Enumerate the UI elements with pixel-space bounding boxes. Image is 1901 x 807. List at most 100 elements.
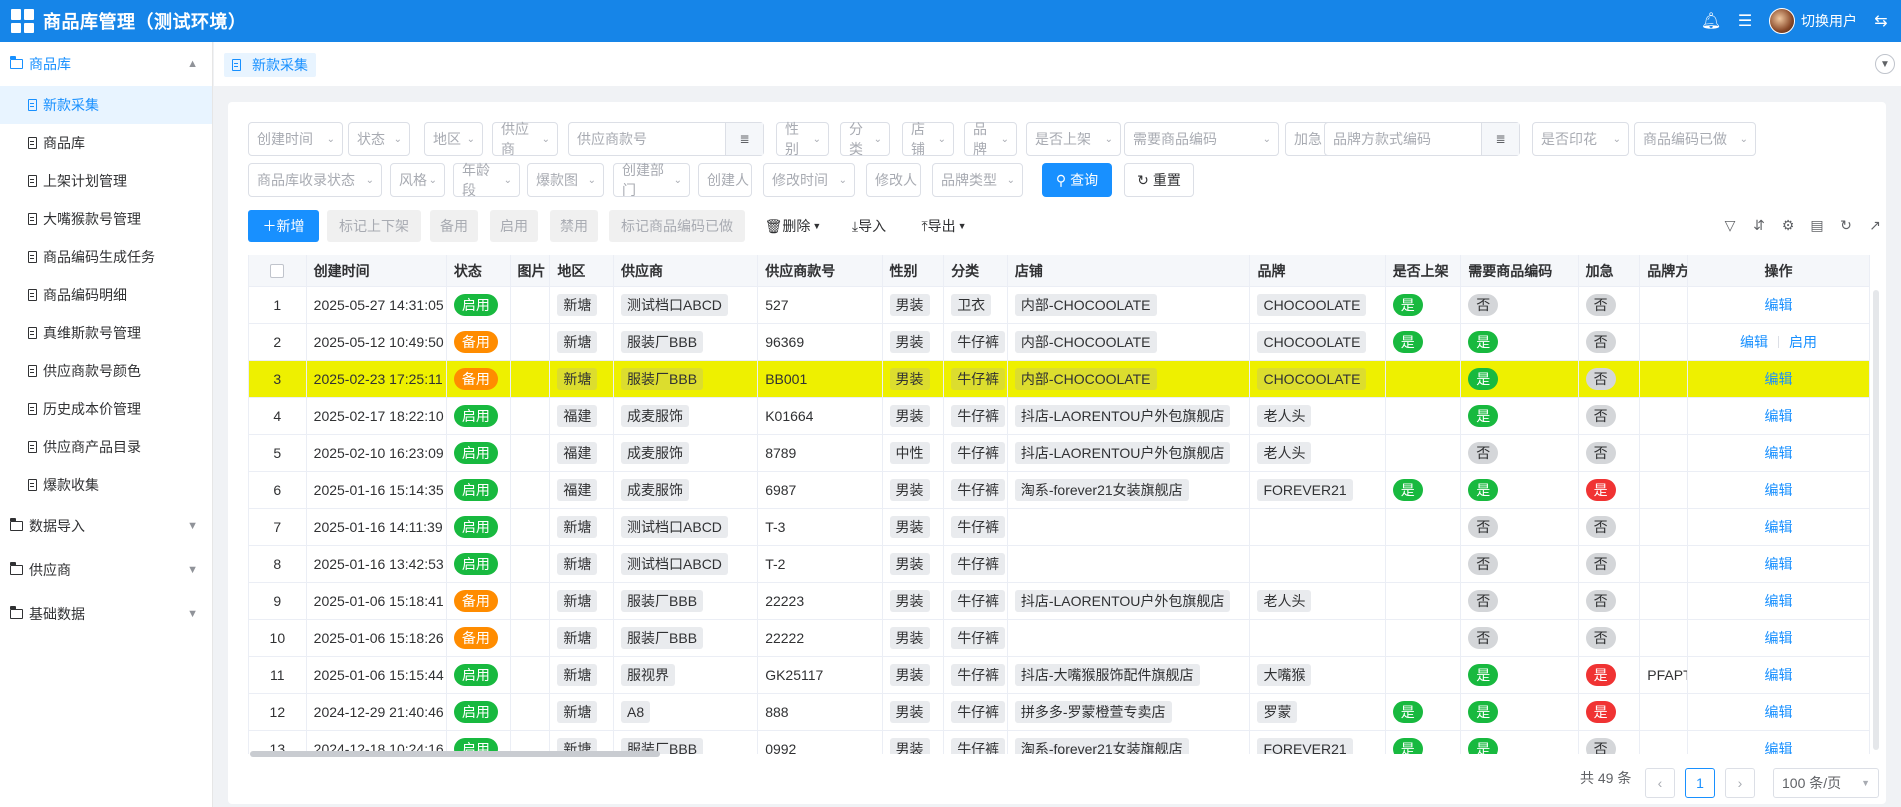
table-row[interactable]: 4 2025-02-17 18:22:10 启用 福建 成麦服饰 K01664 男装 牛仔裤抖…	[249, 398, 1870, 435]
tab-menu-chevron-icon[interactable]: ▼	[1875, 54, 1895, 74]
filter-select[interactable]: 品牌类型 ⌄	[932, 163, 1023, 197]
archive-icon[interactable]: ▤	[1809, 216, 1825, 234]
filter-select[interactable]: 店铺 ⌄	[902, 121, 954, 157]
table-row[interactable]: 10 2025-01-06 15:18:26 备用 新塘 服装厂BBB 22222 男装 牛仔…	[249, 620, 1870, 657]
column-header[interactable]: 店铺	[1007, 255, 1251, 287]
column-header[interactable]: 创建时间	[306, 255, 447, 287]
filter-select[interactable]: 创建人	[698, 163, 752, 197]
next-page-button[interactable]: ›	[1725, 768, 1755, 798]
delete-dropdown[interactable]: 🗑︎ 删除 ▼	[762, 210, 824, 242]
table-row[interactable]: 3 2025-02-23 17:25:11 备用 新塘 服装厂BBB BB001 男装 牛仔裤…	[249, 361, 1870, 398]
add-button[interactable]: ＋新增	[248, 210, 319, 242]
filter-icon[interactable]: ▽	[1722, 216, 1738, 234]
column-header[interactable]: 地区	[550, 255, 615, 287]
filter-select[interactable]: 需要商品编码 ⌄	[1124, 122, 1279, 156]
refresh-icon[interactable]: ↻	[1838, 216, 1854, 234]
filter-select[interactable]: 修改人	[866, 163, 921, 197]
sidebar-group-product-library[interactable]: 商品库 ▲	[0, 42, 212, 86]
column-header[interactable]: 性别	[882, 255, 945, 287]
switch-user-link[interactable]: 切换用户	[1801, 11, 1857, 31]
sidebar-item[interactable]: 新款采集	[0, 86, 212, 124]
column-header[interactable]: 图片	[510, 255, 551, 287]
chart-icon[interactable]: ↗	[1867, 216, 1883, 234]
list-search-icon[interactable]: ≣	[725, 123, 763, 155]
edit-link[interactable]: 编辑	[1765, 628, 1793, 648]
bell-icon[interactable]: 🔔︎	[1701, 11, 1721, 31]
edit-link[interactable]: 编辑	[1765, 591, 1793, 611]
prev-page-button[interactable]: ‹	[1645, 768, 1675, 798]
task-icon[interactable]: ☰	[1735, 11, 1755, 31]
edit-link[interactable]: 编辑	[1765, 369, 1793, 389]
filter-select[interactable]: 状态 ⌄	[348, 122, 410, 156]
filter-select[interactable]: 性别 ⌄	[776, 121, 829, 157]
sidebar-item[interactable]: 商品库	[0, 124, 212, 162]
sidebar-item[interactable]: 历史成本价管理	[0, 390, 212, 428]
sidebar-item[interactable]: 商品编码明细	[0, 276, 212, 314]
filter-select[interactable]: 分类 ⌄	[840, 121, 890, 157]
filter-select[interactable]: 是否上架 ⌄	[1026, 122, 1121, 156]
sidebar-item[interactable]: 供应商产品目录	[0, 428, 212, 466]
page-number[interactable]: 1	[1685, 768, 1715, 798]
filter-select[interactable]: 爆款图 ⌄	[527, 163, 604, 197]
column-settings-icon[interactable]: ⚙	[1780, 216, 1796, 234]
edit-link[interactable]: 编辑	[1765, 554, 1793, 574]
edit-link[interactable]: 编辑	[1765, 702, 1793, 722]
filter-search-input[interactable]: 供应商款号 ≣	[568, 122, 764, 156]
column-header[interactable]: 品牌	[1250, 255, 1386, 287]
table-row[interactable]: 9 2025-01-06 15:18:41 备用 新塘 服装厂BBB 22223 男装 牛仔裤…	[249, 583, 1870, 620]
edit-link[interactable]: 编辑	[1765, 406, 1793, 426]
filter-select[interactable]: 商品库收录状态 ⌄	[248, 163, 382, 197]
sidebar-item[interactable]: 商品编码生成任务	[0, 238, 212, 276]
edit-link[interactable]: 编辑	[1740, 332, 1768, 352]
standby-button[interactable]: 备用	[430, 210, 478, 242]
column-header[interactable]: 操作	[1688, 255, 1870, 287]
edit-link[interactable]: 编辑	[1765, 739, 1793, 754]
sidebar-group-base-data[interactable]: 基础数据 ▼	[0, 592, 212, 636]
sidebar-group-data-import[interactable]: 数据导入 ▼	[0, 504, 212, 548]
table-row[interactable]: 7 2025-01-16 14:11:39 启用 新塘 测试档口ABCD T-3 男装 牛仔裤…	[249, 509, 1870, 546]
mark-code-done-button[interactable]: 标记商品编码已做	[609, 210, 745, 242]
filter-select[interactable]: 是否印花 ⌄	[1532, 122, 1629, 156]
sidebar-item[interactable]: 大嘴猴款号管理	[0, 200, 212, 238]
enable-button[interactable]: 启用	[490, 210, 538, 242]
tab-new-collection[interactable]: 新款采集	[224, 53, 316, 77]
column-header[interactable]: 是否上架	[1385, 255, 1462, 287]
column-header[interactable]: 需要商品编码	[1461, 255, 1579, 287]
table-row[interactable]: 1 2025-05-27 14:31:05 启用 新塘 测试档口ABCD 527 男装 卫衣内…	[249, 287, 1870, 324]
avatar[interactable]	[1769, 8, 1795, 34]
edit-link[interactable]: 编辑	[1765, 480, 1793, 500]
filter-select[interactable]: 品牌 ⌄	[964, 121, 1017, 157]
filter-select[interactable]: 供应商 ⌄	[492, 121, 558, 157]
mark-updown-button[interactable]: 标记上下架	[327, 210, 421, 242]
column-header[interactable]: 供应商款号	[758, 255, 883, 287]
page-size-select[interactable]: 100 条/页 ▼	[1773, 768, 1879, 798]
filter-search-input[interactable]: 品牌方款式编码 ≣	[1324, 122, 1520, 156]
filter-select[interactable]: 商品编码已做 ⌄	[1634, 122, 1756, 156]
switch-icon[interactable]: ⇆	[1871, 11, 1891, 31]
column-header[interactable]: 品牌方	[1640, 255, 1689, 287]
sort-icon[interactable]: ⇵	[1751, 216, 1767, 234]
vertical-scrollbar[interactable]	[1873, 290, 1879, 750]
filter-select[interactable]: 修改时间 ⌄	[763, 163, 855, 197]
filter-select[interactable]: 创建部门 ⌄	[613, 162, 690, 198]
column-header[interactable]: 分类	[944, 255, 1008, 287]
sidebar-item[interactable]: 供应商款号颜色	[0, 352, 212, 390]
column-header[interactable]: 状态	[446, 255, 511, 287]
column-header[interactable]: 加急	[1578, 255, 1641, 287]
reset-button[interactable]: ↻ 重置	[1124, 163, 1194, 197]
edit-link[interactable]: 编辑	[1765, 517, 1793, 537]
table-row[interactable]: 6 2025-01-16 15:14:35 启用 福建 成麦服饰 6987 男装 牛仔裤 淘系-…	[249, 472, 1870, 509]
edit-link[interactable]: 编辑	[1765, 443, 1793, 463]
table-row[interactable]: 11 2025-01-06 15:15:44 启用 新塘 服视界 GK25117 男装 牛仔裤…	[249, 657, 1870, 694]
checkbox[interactable]	[270, 263, 285, 278]
filter-select[interactable]: 创建时间 ⌄	[248, 122, 343, 156]
sidebar-group-supplier[interactable]: 供应商 ▼	[0, 548, 212, 592]
sidebar-item[interactable]: 上架计划管理	[0, 162, 212, 200]
sidebar-item[interactable]: 真维斯款号管理	[0, 314, 212, 352]
disable-button[interactable]: 禁用	[550, 210, 598, 242]
enable-link[interactable]: 启用	[1789, 332, 1817, 352]
filter-select[interactable]: 年龄段 ⌄	[453, 162, 520, 198]
sidebar-item[interactable]: 爆款收集	[0, 466, 212, 504]
table-row[interactable]: 2 2025-05-12 10:49:50 备用 新塘 服装厂BBB 96369 男装 牛仔裤…	[249, 324, 1870, 361]
export-dropdown[interactable]: ⤒ 导出 ▼	[913, 210, 975, 242]
